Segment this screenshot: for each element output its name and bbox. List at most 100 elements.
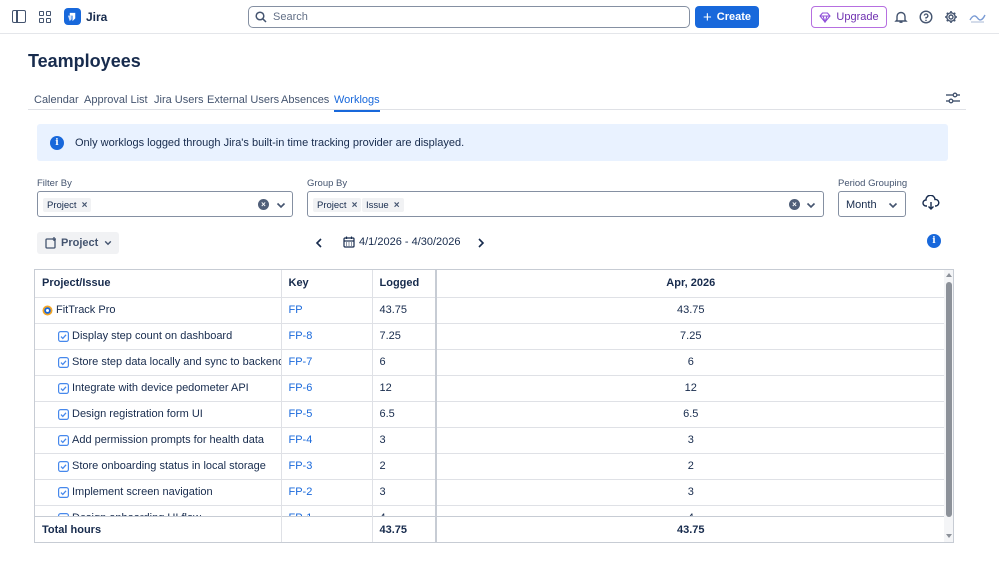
- period-grouping-label: Period Grouping: [838, 178, 908, 189]
- table-cell-key[interactable]: FP: [281, 297, 373, 324]
- table-cell-name: Integrate with device pedometer API: [35, 375, 282, 402]
- tab-external-users[interactable]: External Users: [207, 94, 279, 106]
- table-cell-key[interactable]: FP-4: [281, 427, 373, 454]
- issue-name[interactable]: Store onboarding status in local storage: [72, 460, 266, 472]
- user-avatar[interactable]: [969, 9, 986, 24]
- table-cell-key[interactable]: FP-2: [281, 479, 373, 506]
- table-cell-period: 7.25: [436, 323, 946, 350]
- tab-approval-list[interactable]: Approval List: [84, 94, 148, 106]
- table-cell-name: Add permission prompts for health data: [35, 427, 282, 454]
- info-icon[interactable]: i: [927, 234, 941, 248]
- group-chip-label: Issue: [366, 199, 389, 211]
- cloud-download-icon[interactable]: [922, 195, 940, 211]
- group-chip-label: Project: [317, 199, 347, 211]
- tab-absences[interactable]: Absences: [281, 94, 329, 106]
- issue-name[interactable]: Design registration form UI: [72, 408, 203, 420]
- app-name[interactable]: Jira: [86, 10, 107, 24]
- column-header-project-issue[interactable]: Project/Issue: [35, 270, 282, 298]
- filter-chip-label: Project: [47, 199, 77, 211]
- plus-icon: +: [702, 8, 712, 26]
- new-project-icon: [45, 237, 56, 249]
- upgrade-button[interactable]: Upgrade: [811, 6, 887, 28]
- column-header-key[interactable]: Key: [281, 270, 373, 298]
- table-cell-key[interactable]: FP-5: [281, 401, 373, 428]
- info-banner-text: Only worklogs logged through Jira's buil…: [75, 136, 465, 149]
- issue-name[interactable]: Integrate with device pedometer API: [72, 382, 249, 394]
- group-by-label: Group By: [307, 178, 348, 189]
- chevron-down-icon[interactable]: [276, 202, 286, 209]
- total-period: 43.75: [436, 516, 946, 542]
- table-cell-name: Implement screen navigation: [35, 479, 282, 506]
- chevron-down-icon[interactable]: [806, 202, 816, 209]
- scrollbar-thumb[interactable]: [946, 282, 952, 517]
- project-view-button[interactable]: Project: [37, 232, 119, 254]
- date-range[interactable]: 4/1/2026 - 4/30/2026: [343, 236, 461, 248]
- issue-name[interactable]: Add permission prompts for health data: [72, 434, 264, 446]
- table-cell-logged: 3: [372, 427, 437, 454]
- remove-chip-icon[interactable]: ×: [82, 200, 88, 211]
- search-input[interactable]: [273, 11, 673, 23]
- key-link[interactable]: FP: [289, 304, 303, 316]
- key-link[interactable]: FP-2: [289, 486, 313, 498]
- key-link[interactable]: FP-3: [289, 460, 313, 472]
- period-grouping-value: Month: [846, 199, 877, 211]
- period-grouping-select[interactable]: Month: [838, 191, 906, 217]
- table-cell-period: 3: [436, 479, 946, 506]
- tab-calendar[interactable]: Calendar: [34, 94, 79, 106]
- remove-chip-icon[interactable]: ×: [352, 200, 358, 211]
- vertical-scrollbar[interactable]: [944, 270, 953, 542]
- search-box[interactable]: [248, 6, 690, 28]
- settings-gear-icon[interactable]: [944, 10, 958, 24]
- table-cell-logged: 7.25: [372, 323, 437, 350]
- table-cell-period: 6.5: [436, 401, 946, 428]
- table-cell-key[interactable]: FP-6: [281, 375, 373, 402]
- scroll-up-arrow-icon[interactable]: [945, 272, 953, 278]
- table-cell-period: 43.75: [436, 297, 946, 324]
- clear-group-icon[interactable]: ×: [789, 199, 800, 210]
- table-cell-logged: 43.75: [372, 297, 437, 324]
- next-period-icon[interactable]: [477, 238, 485, 248]
- key-link[interactable]: FP-8: [289, 330, 313, 342]
- jira-logo-icon[interactable]: [64, 8, 81, 25]
- key-link[interactable]: FP-5: [289, 408, 313, 420]
- issue-name[interactable]: Implement screen navigation: [72, 486, 213, 498]
- column-header-logged[interactable]: Logged: [372, 270, 437, 298]
- table-cell-key[interactable]: FP-8: [281, 323, 373, 350]
- task-checkbox-icon: [58, 486, 69, 498]
- table-cell-name: Design registration form UI: [35, 401, 282, 428]
- create-button-label: Create: [716, 11, 751, 23]
- table-row-issue: Integrate with device pedometer API FP-6…: [35, 375, 946, 402]
- project-avatar-icon: [42, 305, 53, 315]
- tab-bar: Calendar Approval List Jira Users Extern…: [28, 90, 966, 112]
- table-cell-key[interactable]: FP-3: [281, 453, 373, 480]
- totals-row: Total hours 43.75 43.75: [35, 516, 946, 542]
- clear-filter-icon[interactable]: ×: [258, 199, 269, 210]
- key-link[interactable]: FP-4: [289, 434, 313, 446]
- table-cell-name: Store onboarding status in local storage: [35, 453, 282, 480]
- tab-worklogs[interactable]: Worklogs: [334, 94, 380, 112]
- issue-name[interactable]: Store step data locally and sync to back…: [72, 356, 280, 368]
- sidebar-toggle-icon[interactable]: [12, 10, 26, 23]
- filter-by-select[interactable]: Project × ×: [37, 191, 293, 217]
- total-logged: 43.75: [372, 516, 437, 542]
- key-link[interactable]: FP-7: [289, 356, 313, 368]
- table-cell-name: Store step data locally and sync to back…: [35, 349, 282, 376]
- column-header-period[interactable]: Apr, 2026: [436, 270, 946, 298]
- table-header-row: Project/Issue Key Logged Apr, 2026: [35, 270, 946, 298]
- key-link[interactable]: FP-6: [289, 382, 313, 394]
- project-name[interactable]: FitTrack Pro: [56, 304, 116, 316]
- scroll-down-arrow-icon[interactable]: [945, 533, 953, 539]
- previous-period-icon[interactable]: [315, 238, 323, 248]
- table-cell-key[interactable]: FP-7: [281, 349, 373, 376]
- table-row-issue: Store step data locally and sync to back…: [35, 349, 946, 376]
- table-row-issue: Add permission prompts for health data F…: [35, 427, 946, 454]
- remove-chip-icon[interactable]: ×: [394, 200, 400, 211]
- notifications-bell-icon[interactable]: [894, 10, 908, 24]
- create-button[interactable]: + Create: [695, 6, 759, 28]
- tab-jira-users[interactable]: Jira Users: [154, 94, 204, 106]
- app-switcher-icon[interactable]: [39, 11, 51, 23]
- help-icon[interactable]: [919, 10, 933, 24]
- group-by-select[interactable]: Project × Issue × ×: [307, 191, 824, 217]
- view-settings-sliders-icon[interactable]: [946, 92, 960, 104]
- issue-name[interactable]: Display step count on dashboard: [72, 330, 232, 342]
